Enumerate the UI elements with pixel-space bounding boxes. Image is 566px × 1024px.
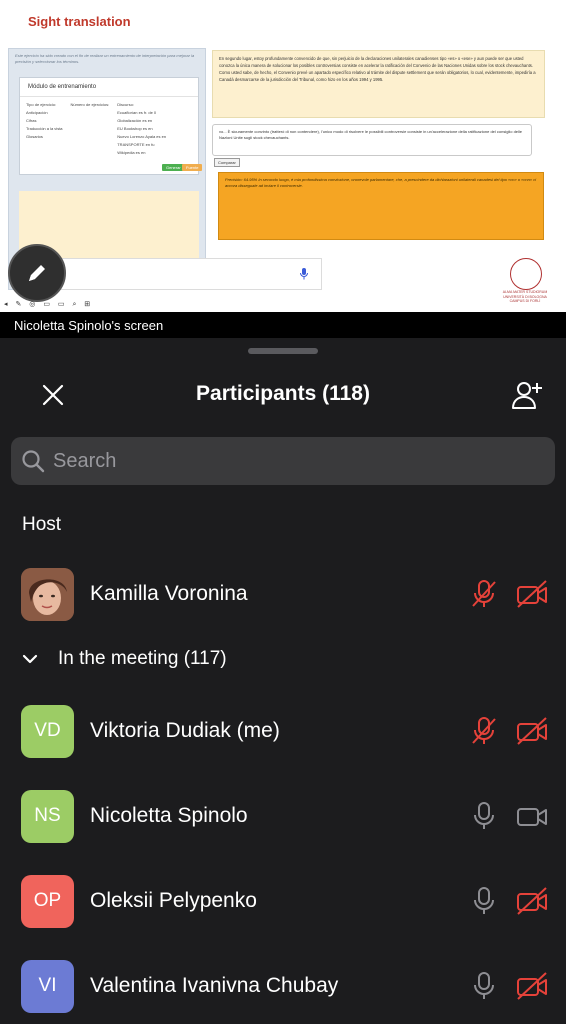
camera-icon[interactable] <box>516 801 548 831</box>
screen-owner-label: Nicoletta Spinolo's screen <box>14 318 164 333</box>
slide-title: Sight translation <box>28 14 131 29</box>
column-title: Número de ejercicios: <box>70 102 110 107</box>
speech-column: Discurso: Ecuaflorían es fr. de 0 Global… <box>117 101 166 157</box>
host-section-header: Host <box>22 514 62 535</box>
option-item: Traducción a la vista <box>26 126 63 131</box>
participant-name: Kamilla Voronina <box>90 582 248 605</box>
invite-participant-button[interactable] <box>508 378 546 412</box>
meeting-group-header[interactable]: In the meeting (117) <box>22 648 227 670</box>
avatar: OP <box>21 874 74 928</box>
camera-off-icon[interactable] <box>516 886 548 916</box>
participant-row[interactable]: OP Oleksii Pelypenko <box>0 859 566 943</box>
result-box: Precisión: 64.95% In secondo luogo, è mi… <box>218 172 544 240</box>
avatar <box>21 567 74 621</box>
option-item: Wikipedia es en <box>117 150 146 155</box>
option-item: Anticipación <box>26 110 48 115</box>
avatar: VI <box>21 959 74 1013</box>
avatar: NS <box>21 789 74 843</box>
pencil-icon <box>29 265 45 281</box>
exercise-type-column: Tipo de ejercicio: Anticipación Cifras T… <box>26 101 63 157</box>
search-icon <box>22 450 45 473</box>
mic-icon[interactable] <box>470 971 498 1001</box>
option-item: TRANSPORTE en fu <box>117 142 155 147</box>
sheet-grabber[interactable] <box>248 348 318 354</box>
option-item: Nuevo Lorenzo Ayala es en <box>117 134 167 139</box>
option-item: Ecuaflorían es fr. de 0 <box>117 110 157 115</box>
camera-off-icon[interactable] <box>516 579 548 609</box>
dictation-mic-icon <box>300 268 308 280</box>
mic-icon[interactable] <box>470 801 498 831</box>
option-item: Globalización es en <box>117 118 153 123</box>
participant-row[interactable]: NS Nicoletta Spinolo <box>0 774 566 858</box>
participants-sheet: Participants (118) Host Kam <box>0 338 566 1024</box>
chevron-down-icon <box>22 654 38 664</box>
participant-row-host[interactable]: Kamilla Voronina <box>0 552 566 636</box>
mic-muted-icon[interactable] <box>470 716 498 746</box>
host-photo-icon <box>21 567 74 621</box>
exercise-count-column: Número de ejercicios: <box>71 101 110 157</box>
meeting-group-label: In the meeting (117) <box>58 648 227 669</box>
column-title: Discurso: <box>117 102 134 107</box>
participant-name: Valentina Ivanivna Chubay <box>90 974 339 997</box>
university-seal <box>510 258 542 290</box>
source-button: Fuente <box>182 164 203 171</box>
module-title: Módulo de entrenamiento <box>20 78 198 97</box>
mic-muted-icon[interactable] <box>470 579 498 609</box>
dictation-bar <box>46 258 322 290</box>
shared-screen[interactable]: Sight translation Este ejercicio ha sido… <box>0 0 566 338</box>
add-person-icon <box>512 382 542 409</box>
participant-name: Oleksii Pelypenko <box>90 889 257 912</box>
option-item: EU Bookshop es en <box>117 126 153 131</box>
option-item: Glosarios <box>26 134 43 139</box>
annotation-toolbar[interactable]: ◂ ✎ ◎ ▭ ▭ ⌕ ⊞ <box>4 300 93 309</box>
sheet-title: Participants (118) <box>196 382 370 405</box>
intro-text: Este ejercicio ha sido creado con el fin… <box>15 53 195 64</box>
option-item: Cifras <box>26 118 37 123</box>
module-box: Módulo de entrenamiento Tipo de ejercici… <box>19 77 203 175</box>
column-title: Tipo de ejercicio: <box>26 102 57 107</box>
shared-slide: Sight translation Este ejercicio ha sido… <box>0 0 566 312</box>
participant-name: Nicoletta Spinolo <box>90 804 248 827</box>
camera-off-icon[interactable] <box>516 971 548 1001</box>
avatar: VD <box>21 704 74 758</box>
camera-off-icon[interactable] <box>516 716 548 746</box>
compare-button: Comparar <box>214 158 240 167</box>
translation-input: vo... È sicuramente convinto (tratterò d… <box>212 124 532 156</box>
university-text: ALMA MATER STUDIORUM UNIVERSITÀ DI BOLOG… <box>502 290 548 303</box>
search-bar[interactable] <box>11 437 555 485</box>
search-input[interactable] <box>53 449 533 473</box>
source-text-box: En segundo lugar, estoy profundamente co… <box>212 50 545 118</box>
participant-row[interactable]: VI Valentina Ivanivna Chubay <box>0 944 566 1024</box>
participant-name: Viktoria Dudiak (me) <box>90 719 280 742</box>
mic-icon[interactable] <box>470 886 498 916</box>
participant-row[interactable]: VD Viktoria Dudiak (me) <box>0 689 566 773</box>
annotate-pen-button[interactable] <box>8 244 66 302</box>
